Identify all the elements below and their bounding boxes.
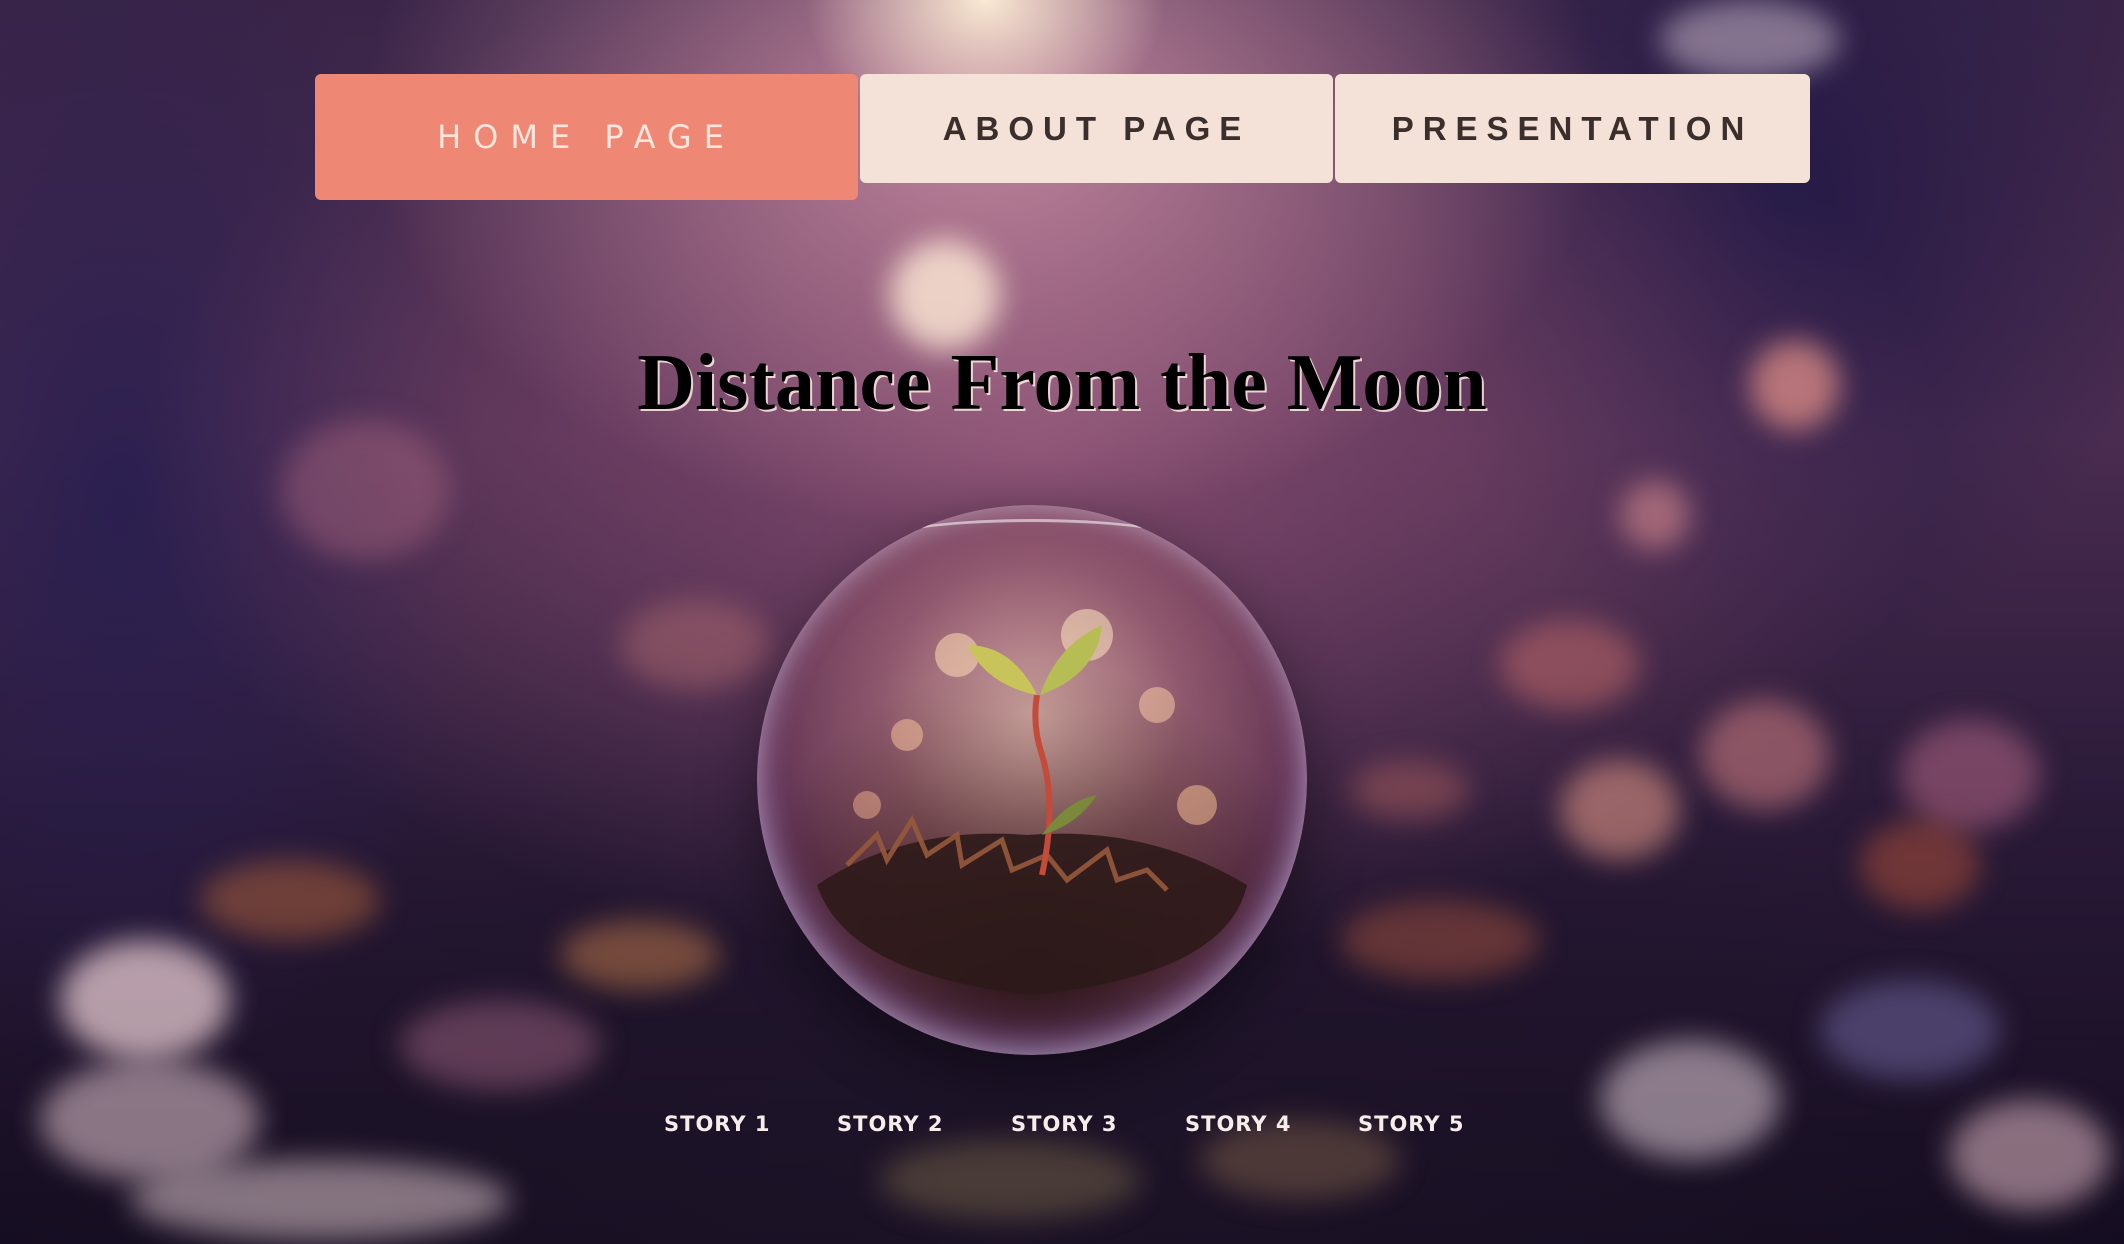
- story-3-link[interactable]: STORY 3: [1011, 1112, 1117, 1136]
- nav-about-button[interactable]: ABOUT PAGE: [860, 74, 1333, 183]
- story-4-link[interactable]: STORY 4: [1185, 1112, 1291, 1136]
- nav-presentation-label: PRESENTATION: [1391, 109, 1754, 147]
- page-title: Distance From the Moon: [637, 339, 1487, 427]
- glass-orb-sprout-image: [757, 505, 1307, 1055]
- nav-about-label: ABOUT PAGE: [942, 109, 1251, 147]
- stories-nav: STORY 1 STORY 2 STORY 3 STORY 4 STORY 5: [0, 1112, 2124, 1142]
- story-2-link[interactable]: STORY 2: [837, 1112, 943, 1136]
- sprout-icon: [817, 609, 1247, 995]
- nav-home-button[interactable]: HOME PAGE: [315, 74, 858, 200]
- story-5-link[interactable]: STORY 5: [1358, 1112, 1464, 1136]
- nav-home-label: HOME PAGE: [437, 118, 736, 156]
- story-1-link[interactable]: STORY 1: [664, 1112, 770, 1136]
- page-root: HOME PAGE ABOUT PAGE PRESENTATION Distan…: [0, 0, 2124, 1244]
- nav-presentation-button[interactable]: PRESENTATION: [1335, 74, 1810, 183]
